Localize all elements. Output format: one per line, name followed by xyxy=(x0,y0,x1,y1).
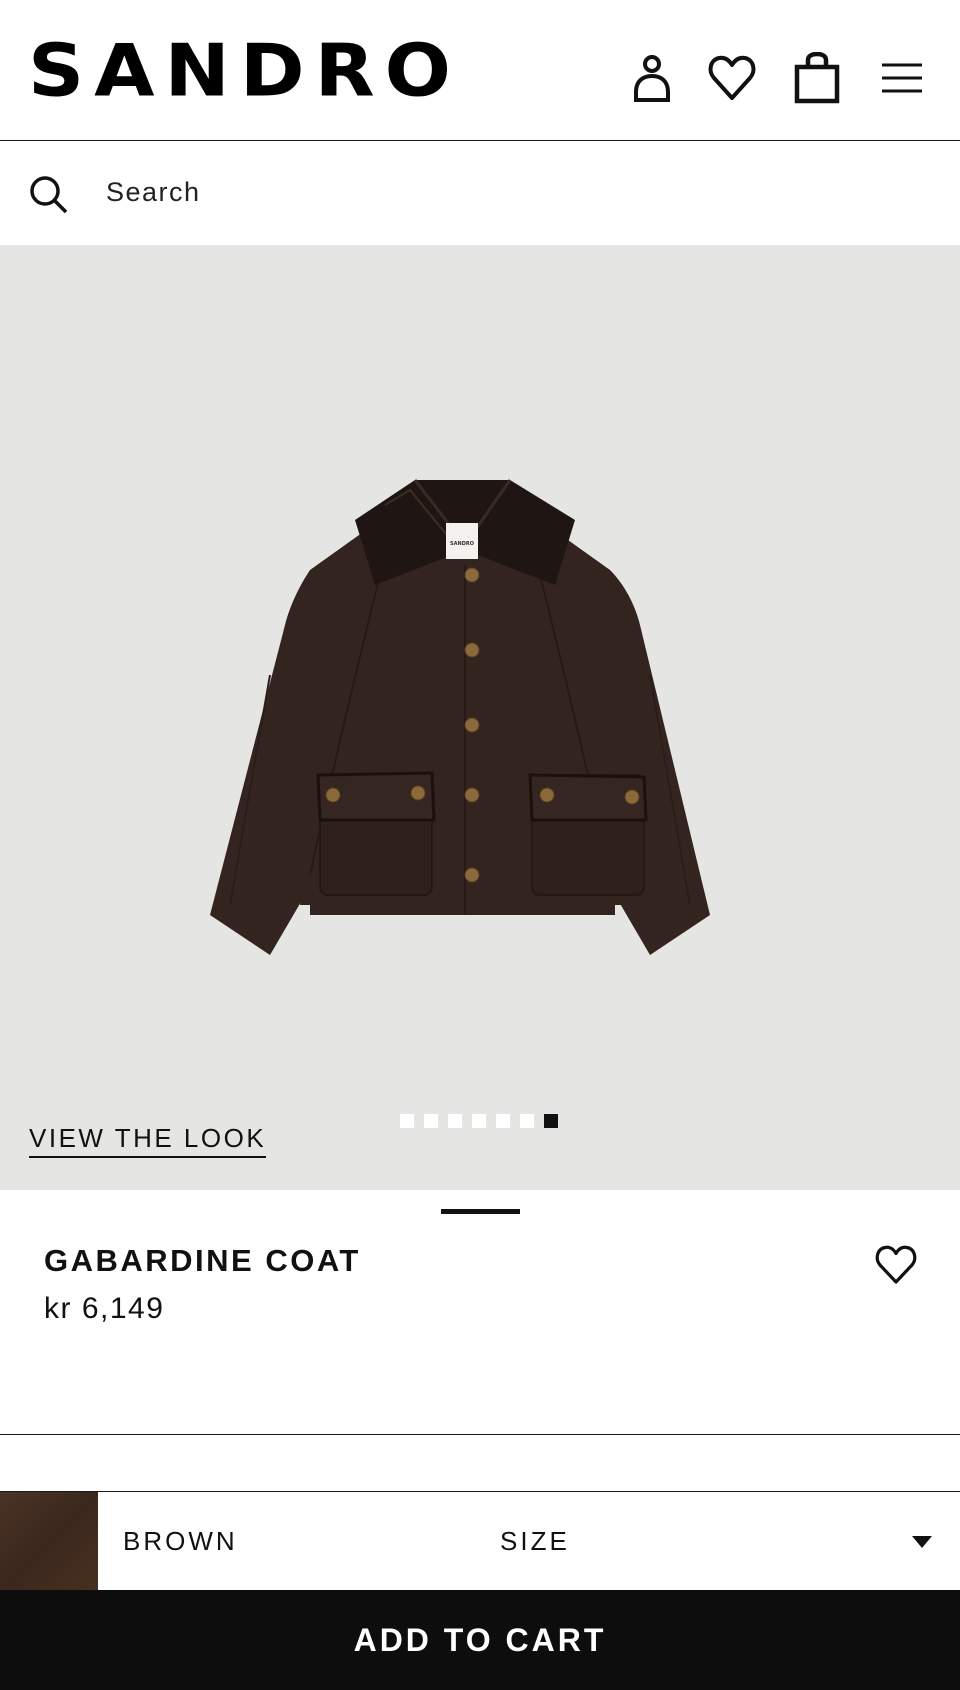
gallery-pagination xyxy=(400,1114,568,1128)
color-swatch[interactable] xyxy=(0,1492,98,1590)
site-header: SANDRO xyxy=(0,0,960,141)
color-name: BROWN xyxy=(123,1526,238,1556)
bag-icon[interactable] xyxy=(791,51,843,104)
sheet-drag-handle[interactable] xyxy=(441,1209,520,1214)
gallery-dot[interactable] xyxy=(472,1114,486,1128)
view-the-look-link[interactable]: VIEW THE LOOK xyxy=(29,1123,267,1158)
product-name: GABARDINE COAT xyxy=(44,1243,361,1278)
product-gallery[interactable]: SANDRO VIEW THE LOOK xyxy=(0,245,960,1190)
divider xyxy=(0,1434,960,1435)
search-bar[interactable]: Search xyxy=(0,141,960,245)
variant-selector: BROWN SIZE xyxy=(0,1491,960,1590)
product-price: kr 6,149 xyxy=(44,1292,165,1325)
product-image: SANDRO xyxy=(210,479,710,955)
size-dropdown[interactable]: SIZE xyxy=(420,1492,960,1590)
account-icon[interactable] xyxy=(626,52,678,104)
size-label: SIZE xyxy=(500,1526,570,1556)
wishlist-icon[interactable] xyxy=(706,52,758,104)
brand-logo[interactable]: SANDRO xyxy=(28,30,461,113)
chevron-down-icon xyxy=(912,1536,932,1548)
gallery-dot[interactable] xyxy=(400,1114,414,1128)
gallery-dot[interactable] xyxy=(520,1114,534,1128)
gallery-dot[interactable] xyxy=(496,1114,510,1128)
search-icon xyxy=(28,174,70,216)
gallery-dot[interactable] xyxy=(448,1114,462,1128)
add-to-wishlist-icon[interactable] xyxy=(874,1244,918,1286)
gallery-dot-active[interactable] xyxy=(544,1114,558,1128)
gallery-dot[interactable] xyxy=(424,1114,438,1128)
search-input[interactable]: Search xyxy=(106,177,201,208)
add-to-cart-button[interactable]: ADD TO CART xyxy=(0,1590,960,1690)
svg-text:SANDRO: SANDRO xyxy=(450,541,474,547)
menu-icon[interactable] xyxy=(876,52,928,104)
